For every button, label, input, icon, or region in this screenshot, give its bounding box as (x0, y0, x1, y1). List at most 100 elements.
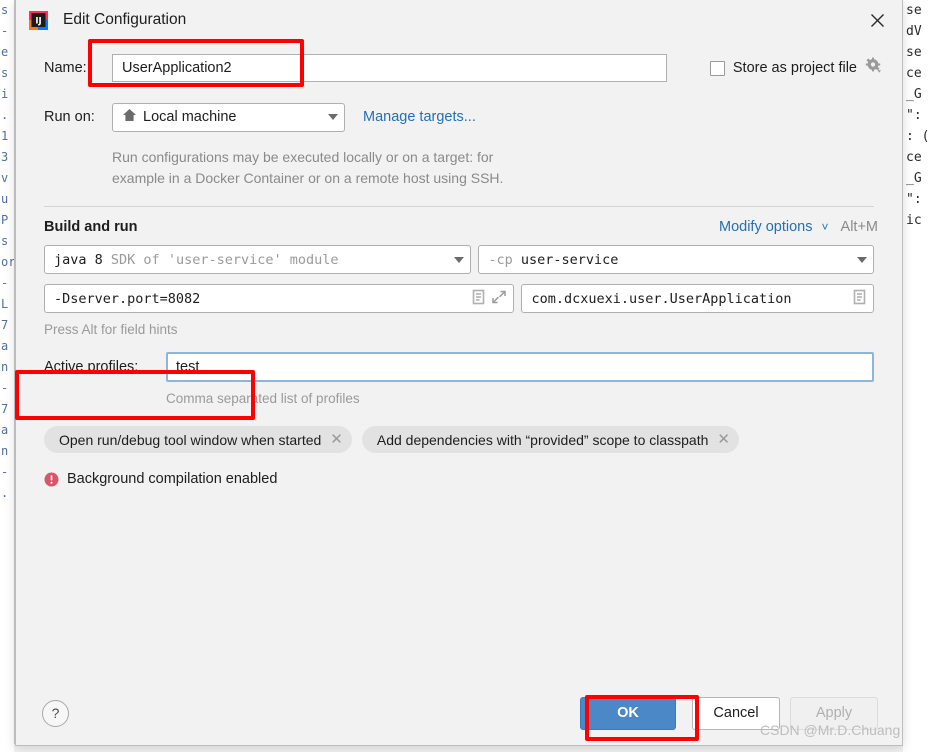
jre-sdk-combobox[interactable]: java 8 SDK of 'user-service' module (44, 245, 472, 274)
dialog-titlebar: IJ Edit Configuration (16, 0, 902, 40)
vm-options-main-class-row: -Dserver.port=8082 com.dcxuexi.user.User… (16, 284, 902, 313)
gutter-line: - (1, 24, 9, 38)
gutter-line: a (1, 339, 9, 353)
vm-options-input[interactable]: -Dserver.port=8082 (44, 284, 515, 313)
run-on-description: Run configurations may be executed local… (16, 147, 902, 189)
active-profiles-input[interactable]: test (166, 352, 874, 382)
gutter-line: L (1, 297, 9, 311)
option-chip[interactable]: Open run/debug tool window when started … (44, 426, 352, 453)
gutter-line: v (1, 171, 9, 185)
help-button[interactable]: ? (42, 699, 69, 727)
close-icon[interactable] (862, 6, 892, 34)
gutter-line: n (1, 444, 9, 458)
gutter-line: a (1, 423, 9, 437)
cancel-button[interactable]: Cancel (692, 696, 780, 730)
gutter-line: - (1, 381, 9, 395)
modify-options-shortcut: Alt+M (840, 219, 878, 235)
classpath-value-strong: user-service (520, 251, 619, 268)
code-line: dV (906, 24, 922, 39)
gutter-line: s (1, 3, 9, 17)
option-chips-row: Open run/debug tool window when started … (16, 426, 902, 453)
code-line: ic (906, 213, 922, 228)
macro-list-icon[interactable] (471, 289, 486, 309)
gutter-line: . (1, 486, 9, 500)
main-class-value: com.dcxuexi.user.UserApplication (531, 290, 792, 307)
dialog-footer: ? OK Cancel Apply (16, 681, 902, 745)
gutter-line: s (1, 66, 9, 80)
option-chip-label: Open run/debug tool window when started (59, 431, 322, 448)
code-line: ": (906, 192, 922, 207)
status-text: Background compilation enabled (67, 471, 278, 487)
manage-targets-link[interactable]: Manage targets... (363, 109, 476, 125)
editor-gutter-strip: s - e s i. 1 3 v u Ps or - L 7 a n -7 a n -. (0, 0, 15, 752)
gutter-line: 7 (1, 402, 9, 416)
edit-configuration-dialog: IJ Edit Configuration Name: UserApplicat… (15, 0, 903, 746)
expand-icon[interactable] (491, 289, 507, 309)
close-icon[interactable]: ✕ (717, 432, 730, 447)
description-line-2: example in a Docker Container or on a re… (112, 170, 504, 186)
description-line-1: Run configurations may be executed local… (112, 149, 494, 165)
name-label: Name: (44, 60, 87, 76)
code-line: ce (906, 150, 922, 165)
code-line: : ( (906, 129, 930, 144)
chevron-down-icon (454, 256, 465, 263)
active-profiles-hint: Comma separated list of profiles (166, 391, 360, 406)
chevron-down-icon: ˅ (821, 220, 829, 234)
gear-icon[interactable] (865, 57, 882, 79)
run-on-target-combobox[interactable]: Local machine (112, 102, 345, 132)
code-line: se (906, 45, 922, 60)
run-on-label: Run on: (44, 109, 95, 125)
gutter-line: - (1, 276, 9, 290)
sdk-value-dim: SDK of 'user-service' module (110, 251, 339, 268)
option-chip-label: Add dependencies with “provided” scope t… (376, 431, 709, 448)
gutter-line: u (1, 192, 9, 206)
gutter-line: 1 (1, 129, 9, 143)
ok-button[interactable]: OK (580, 696, 676, 730)
close-icon[interactable]: ✕ (330, 432, 343, 447)
svg-text:IJ: IJ (35, 16, 41, 26)
gutter-line: 3 (1, 150, 9, 164)
name-input[interactable]: UserApplication2 (112, 54, 667, 82)
code-line: _G (906, 171, 922, 186)
error-icon (44, 472, 59, 487)
intellij-idea-icon: IJ (28, 10, 49, 31)
build-and-run-header: Build and run Modify options ˅ Alt+M (16, 219, 902, 235)
gutter-line: P (1, 213, 9, 227)
modify-options-link[interactable]: Modify options ˅ (719, 219, 829, 235)
section-divider (44, 206, 874, 207)
gutter-line: . (1, 108, 9, 122)
gutter-line: - (1, 465, 9, 479)
classpath-value-dim: -cp (488, 251, 513, 268)
run-on-row: Run on: Local machine Manage targets... (16, 99, 902, 135)
home-icon (122, 108, 137, 126)
build-and-run-title: Build and run (44, 219, 138, 235)
status-row: Background compilation enabled (16, 471, 902, 487)
gutter-line: s (1, 234, 9, 248)
code-line: ": (906, 108, 922, 123)
store-as-project-file-checkbox[interactable] (709, 60, 725, 76)
sdk-value-strong: java 8 (54, 251, 103, 268)
editor-code-strip: se dV se ce _G ":: (ce _G ": ic (902, 0, 931, 752)
dialog-title: Edit Configuration (63, 11, 187, 28)
active-profiles-label: Active profiles: (44, 359, 139, 375)
modify-options-label: Modify options (718, 219, 813, 235)
code-line: _G (906, 87, 922, 102)
gutter-line: i (1, 87, 9, 101)
chevron-down-icon (857, 256, 867, 263)
gutter-line: n (1, 360, 9, 374)
option-chip[interactable]: Add dependencies with “provided” scope t… (361, 426, 739, 453)
main-class-input[interactable]: com.dcxuexi.user.UserApplication (521, 284, 874, 313)
apply-button: Apply (790, 696, 878, 730)
name-row: Name: UserApplication2 Store as project … (16, 46, 902, 90)
field-hints-text: Press Alt for field hints (44, 322, 178, 337)
code-line: ce (906, 66, 922, 81)
active-profiles-row: Active profiles: test (16, 351, 902, 383)
classpath-module-combobox[interactable]: -cp user-service (478, 245, 874, 274)
gutter-line: e (1, 45, 9, 59)
run-on-target-value: Local machine (143, 109, 237, 125)
macro-list-icon[interactable] (852, 289, 867, 309)
chevron-down-icon (328, 114, 338, 120)
code-line: se (906, 3, 922, 18)
store-as-project-file-label: Store as project file (732, 60, 857, 76)
sdk-classpath-row: java 8 SDK of 'user-service' module -cp … (16, 245, 902, 274)
